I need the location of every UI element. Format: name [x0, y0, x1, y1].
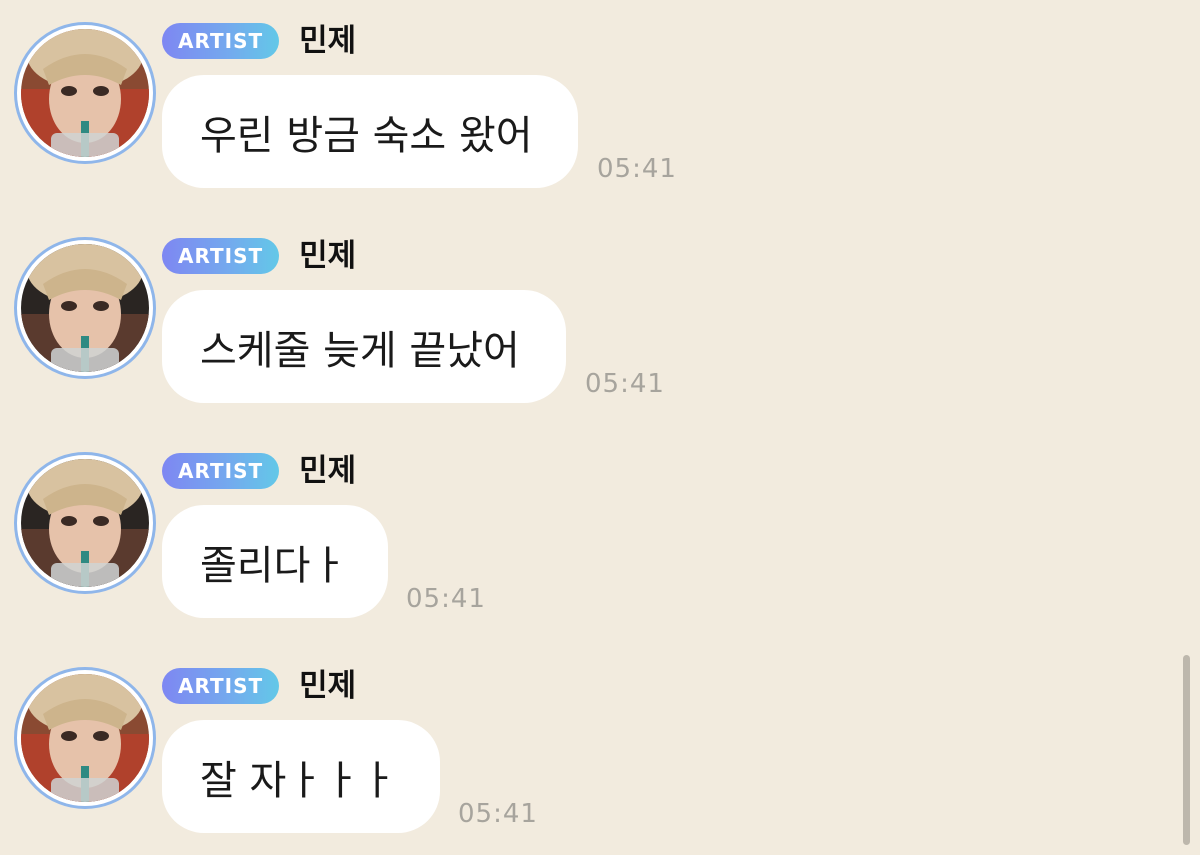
scrollbar[interactable] — [1183, 655, 1190, 845]
artist-badge: ARTIST — [162, 668, 280, 704]
avatar-photo-icon — [21, 244, 149, 372]
message-meta: ARTIST 민제 — [162, 667, 356, 705]
avatar[interactable] — [14, 22, 156, 164]
sender-name: 민제 — [299, 668, 357, 704]
avatar-photo-icon — [21, 29, 149, 157]
message-bubble[interactable]: 졸리다ㅏ — [162, 505, 388, 618]
avatar-photo-icon — [21, 459, 149, 587]
message-timestamp: 05:41 — [458, 799, 538, 829]
avatar-photo-icon — [21, 674, 149, 802]
avatar[interactable] — [14, 667, 156, 809]
message-bubble[interactable]: 잘 자ㅏㅏㅏ — [162, 720, 440, 833]
artist-badge: ARTIST — [162, 238, 280, 274]
message-row: ARTIST 민제 스케줄 늦게 끝났어 05:41 — [0, 235, 1180, 425]
message-row: ARTIST 민제 우린 방금 숙소 왔어 05:41 — [0, 20, 1180, 210]
sender-name: 민제 — [299, 23, 357, 59]
chat-thread: ARTIST 민제 우린 방금 숙소 왔어 05:41 ARTIST 민제 스케… — [0, 0, 1200, 855]
sender-name: 민제 — [299, 238, 357, 274]
sender-name: 민제 — [299, 453, 357, 489]
message-bubble[interactable]: 우린 방금 숙소 왔어 — [162, 75, 578, 188]
avatar[interactable] — [14, 237, 156, 379]
avatar[interactable] — [14, 452, 156, 594]
message-timestamp: 05:41 — [585, 369, 665, 399]
message-meta: ARTIST 민제 — [162, 452, 356, 490]
message-timestamp: 05:41 — [406, 584, 486, 614]
message-row: ARTIST 민제 졸리다ㅏ 05:41 — [0, 450, 1180, 640]
message-meta: ARTIST 민제 — [162, 237, 356, 275]
artist-badge: ARTIST — [162, 23, 280, 59]
artist-badge: ARTIST — [162, 453, 280, 489]
message-timestamp: 05:41 — [597, 154, 677, 184]
message-meta: ARTIST 민제 — [162, 22, 356, 60]
message-row: ARTIST 민제 잘 자ㅏㅏㅏ 05:41 — [0, 665, 1180, 855]
message-bubble[interactable]: 스케줄 늦게 끝났어 — [162, 290, 566, 403]
